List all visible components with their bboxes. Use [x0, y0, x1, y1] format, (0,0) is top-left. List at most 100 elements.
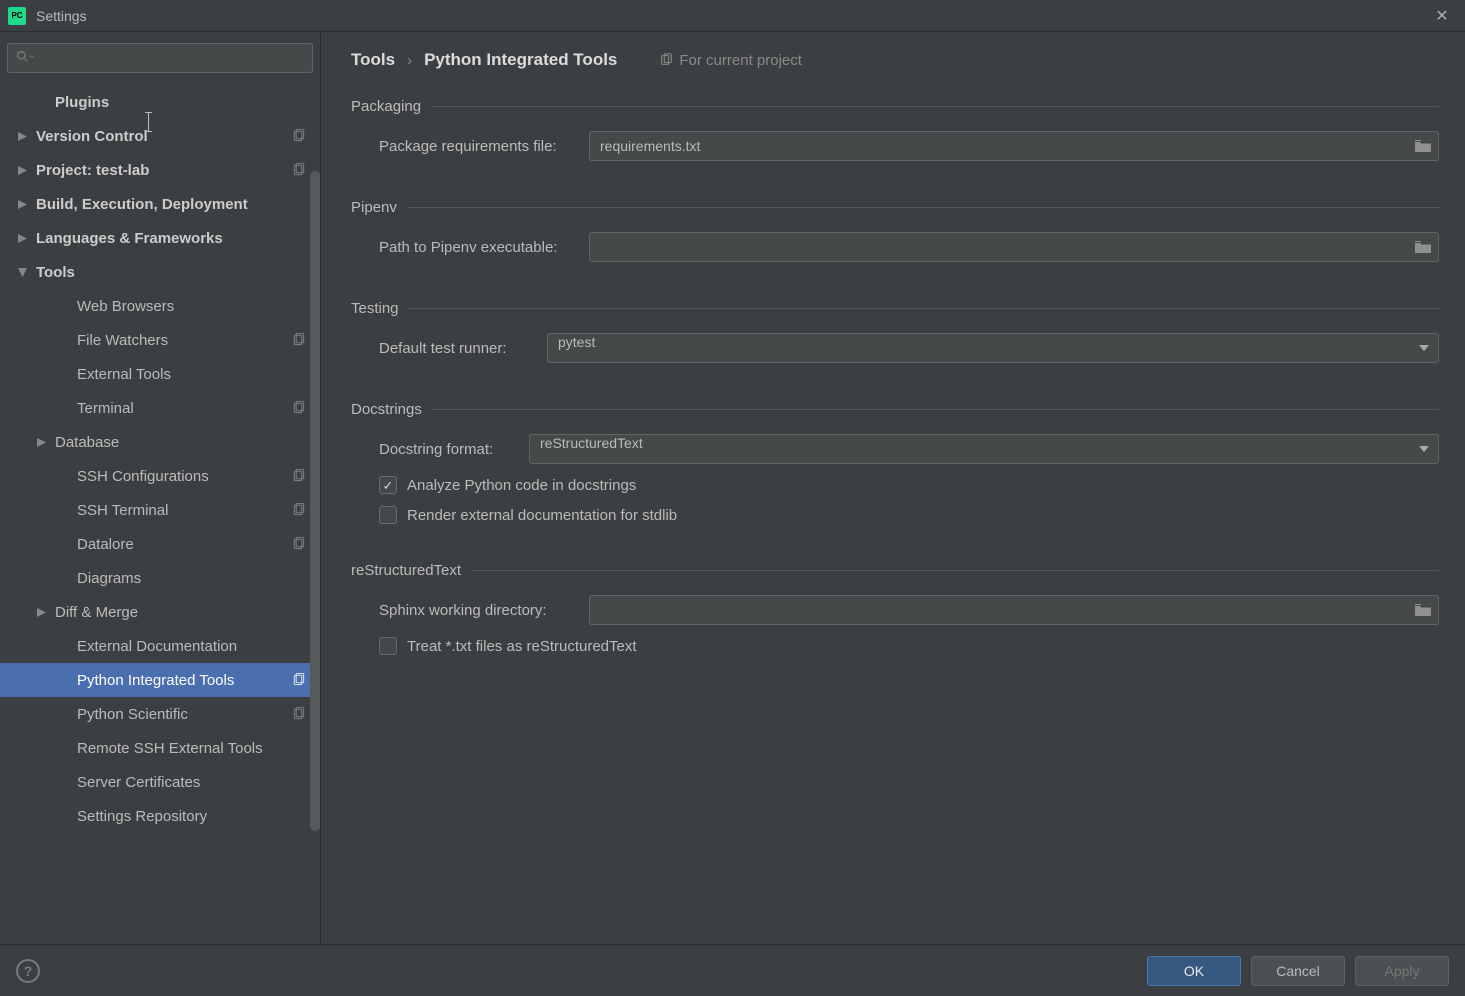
project-scope-icon — [292, 673, 306, 687]
sphinx-dir-label: Sphinx working directory: — [379, 602, 589, 619]
testing-legend: Testing — [351, 300, 409, 317]
analyze-docstrings-checkbox[interactable] — [379, 476, 397, 494]
packaging-legend: Packaging — [351, 98, 431, 115]
tree-item-label: Settings Repository — [77, 808, 207, 825]
search-input[interactable] — [7, 43, 313, 73]
tree-item-label: Plugins — [55, 94, 109, 111]
tree-item-external-tools[interactable]: External Tools — [0, 357, 320, 391]
package-req-input[interactable] — [589, 131, 1439, 161]
project-scope-icon — [292, 503, 306, 517]
chevron-right-icon: › — [407, 52, 412, 69]
tree-item-web-browsers[interactable]: Web Browsers — [0, 289, 320, 323]
chevron-right-icon — [35, 436, 47, 448]
docstrings-legend: Docstrings — [351, 401, 432, 418]
tree-item-version-control[interactable]: Version Control — [0, 119, 320, 153]
tree-item-ssh-configurations[interactable]: SSH Configurations — [0, 459, 320, 493]
sphinx-dir-input[interactable] — [589, 595, 1439, 625]
treat-txt-label: Treat *.txt files as reStructuredText — [407, 638, 637, 655]
packaging-group: Packaging Package requirements file: — [351, 98, 1439, 173]
chevron-down-icon — [16, 266, 28, 278]
folder-icon[interactable] — [1415, 240, 1431, 254]
tree-item-python-scientific[interactable]: Python Scientific — [0, 697, 320, 731]
chevron-right-icon — [16, 232, 28, 244]
tree-item-label: File Watchers — [77, 332, 168, 349]
tree-item-server-certificates[interactable]: Server Certificates — [0, 765, 320, 799]
docstrings-group: Docstrings Docstring format: reStructure… — [351, 401, 1439, 536]
dialog-footer: ? OK Cancel Apply — [0, 944, 1465, 996]
tree-item-label: Project: test-lab — [36, 162, 149, 179]
project-scope-icon — [292, 537, 306, 551]
tree-item-ssh-terminal[interactable]: SSH Terminal — [0, 493, 320, 527]
tree-item-label: SSH Terminal — [77, 502, 168, 519]
cancel-button[interactable]: Cancel — [1251, 956, 1345, 986]
window-title: Settings — [36, 8, 87, 24]
chevron-right-icon — [16, 164, 28, 176]
settings-content: Tools › Python Integrated Tools For curr… — [321, 32, 1465, 944]
analyze-docstrings-label: Analyze Python code in docstrings — [407, 477, 636, 494]
copy-icon — [659, 53, 673, 67]
project-scope-icon — [292, 401, 306, 415]
package-req-label: Package requirements file: — [379, 138, 589, 155]
tree-item-plugins[interactable]: Plugins — [0, 85, 320, 119]
tree-item-tools[interactable]: Tools — [0, 255, 320, 289]
chevron-right-icon — [16, 130, 28, 142]
treat-txt-checkbox[interactable] — [379, 637, 397, 655]
render-stdlib-checkbox[interactable] — [379, 506, 397, 524]
tree-item-label: Server Certificates — [77, 774, 200, 791]
folder-icon[interactable] — [1415, 603, 1431, 617]
tree-item-label: Diff & Merge — [55, 604, 138, 621]
pipenv-path-label: Path to Pipenv executable: — [379, 239, 589, 256]
ok-button[interactable]: OK — [1147, 956, 1241, 986]
tree-item-datalore[interactable]: Datalore — [0, 527, 320, 561]
tree-item-external-documentation[interactable]: External Documentation — [0, 629, 320, 663]
tree-item-terminal[interactable]: Terminal — [0, 391, 320, 425]
tree-item-label: Database — [55, 434, 119, 451]
tree-item-label: Remote SSH External Tools — [77, 740, 263, 757]
chevron-right-icon — [16, 198, 28, 210]
tree-item-label: Build, Execution, Deployment — [36, 196, 248, 213]
tree-item-languages-frameworks[interactable]: Languages & Frameworks — [0, 221, 320, 255]
breadcrumb-leaf: Python Integrated Tools — [424, 50, 617, 70]
tree-item-settings-repository[interactable]: Settings Repository — [0, 799, 320, 833]
tree-item-remote-ssh-external-tools[interactable]: Remote SSH External Tools — [0, 731, 320, 765]
tree-item-python-integrated-tools[interactable]: Python Integrated Tools — [0, 663, 320, 697]
rst-legend: reStructuredText — [351, 562, 471, 579]
tree-item-label: Tools — [36, 264, 75, 281]
breadcrumb: Tools › Python Integrated Tools For curr… — [351, 50, 1439, 70]
docstring-format-label: Docstring format: — [379, 441, 529, 458]
scope-badge: For current project — [659, 52, 802, 69]
pipenv-path-input[interactable] — [589, 232, 1439, 262]
tree-item-database[interactable]: Database — [0, 425, 320, 459]
pipenv-legend: Pipenv — [351, 199, 407, 216]
docstring-format-select[interactable]: reStructuredText — [529, 434, 1439, 464]
tree-item-label: SSH Configurations — [77, 468, 209, 485]
settings-tree[interactable]: Plugins Version Control Project: test-lab B… — [0, 81, 320, 944]
tree-item-label: Python Scientific — [77, 706, 188, 723]
chevron-right-icon — [35, 606, 47, 618]
folder-icon[interactable] — [1415, 139, 1431, 153]
title-bar: Settings ✕ — [0, 0, 1465, 32]
scrollbar-thumb[interactable] — [310, 171, 320, 831]
test-runner-select[interactable]: pytest — [547, 333, 1439, 363]
search-icon — [16, 50, 30, 64]
tree-item-label: Datalore — [77, 536, 134, 553]
tree-item-file-watchers[interactable]: File Watchers — [0, 323, 320, 357]
tree-item-label: Version Control — [36, 128, 148, 145]
project-scope-icon — [292, 129, 306, 143]
tree-item-label: Terminal — [77, 400, 134, 417]
tree-item-build-execution-deployment[interactable]: Build, Execution, Deployment — [0, 187, 320, 221]
tree-item-label: External Documentation — [77, 638, 237, 655]
close-icon[interactable]: ✕ — [1427, 6, 1457, 26]
testing-group: Testing Default test runner: pytest — [351, 300, 1439, 375]
tree-item-diagrams[interactable]: Diagrams — [0, 561, 320, 595]
tree-item-diff-merge[interactable]: Diff & Merge — [0, 595, 320, 629]
app-icon — [8, 7, 26, 25]
help-button[interactable]: ? — [16, 959, 40, 983]
breadcrumb-root[interactable]: Tools — [351, 50, 395, 70]
tree-item-project-test-lab[interactable]: Project: test-lab — [0, 153, 320, 187]
pipenv-group: Pipenv Path to Pipenv executable: — [351, 199, 1439, 274]
project-scope-icon — [292, 333, 306, 347]
project-scope-icon — [292, 707, 306, 721]
render-stdlib-label: Render external documentation for stdlib — [407, 507, 677, 524]
apply-button[interactable]: Apply — [1355, 956, 1449, 986]
